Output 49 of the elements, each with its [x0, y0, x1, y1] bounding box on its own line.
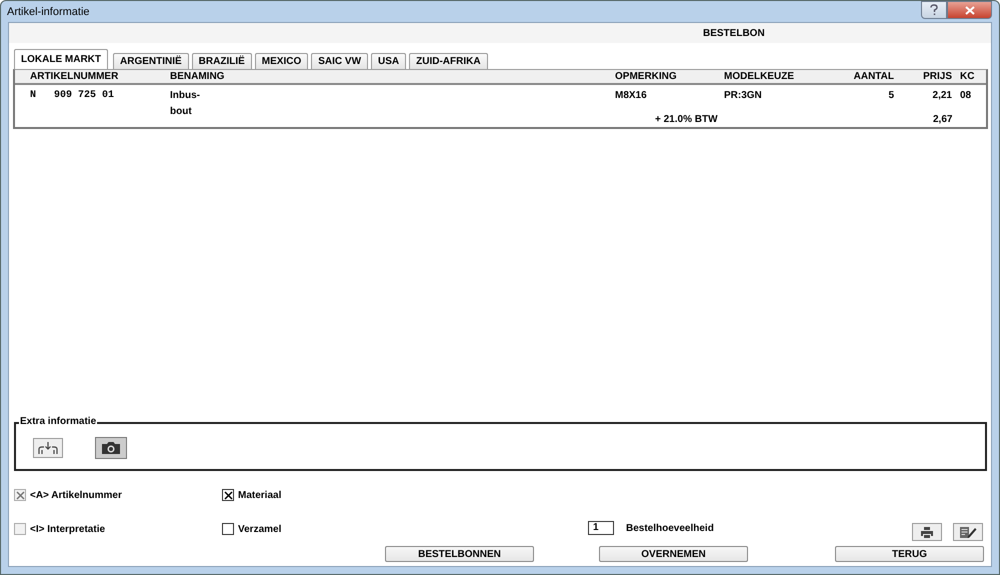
- column-header: ARTIKELNUMMER: [29, 71, 120, 82]
- tax-amount: 2,67: [933, 114, 952, 126]
- hand-arrow-icon: [37, 441, 59, 455]
- close-button[interactable]: [947, 1, 992, 19]
- tab[interactable]: ZUID-AFRIKA: [409, 53, 488, 69]
- table-cell-text: 08: [959, 89, 972, 103]
- column-header: MODELKEUZE: [724, 71, 795, 82]
- edit-button[interactable]: [953, 523, 983, 541]
- tab[interactable]: SAIC VW: [311, 53, 368, 69]
- quantity-label: Bestelhoeveelheid: [626, 522, 714, 534]
- checkbox[interactable]: [222, 489, 234, 501]
- column-header: OPMERKING: [615, 71, 678, 82]
- panel-title: Extra informatie: [19, 416, 98, 427]
- help-icon: [929, 4, 939, 16]
- window-title: Artikel-informatie: [7, 6, 90, 18]
- tab[interactable]: LOKALE MARKT: [14, 49, 108, 69]
- diagram-button[interactable]: [33, 438, 63, 458]
- checkbox-label: <A> Artikelnummer: [30, 490, 122, 500]
- camera-button[interactable]: [95, 437, 127, 459]
- action-button[interactable]: OVERNEMEN: [599, 546, 748, 562]
- table-cell-text: M8X16: [615, 89, 648, 103]
- note-pencil-icon: [959, 526, 977, 538]
- table-cell-text: N 909 725 01: [29, 89, 116, 103]
- column-header: KC: [959, 71, 976, 82]
- checkbox-label: <I> Interpretatie: [30, 524, 106, 534]
- table-cell-text: 2,21: [932, 89, 952, 103]
- tax-label: + 21.0% BTW: [655, 114, 719, 126]
- table-cell-text: PR:3GN: [724, 89, 763, 103]
- table-cell-text: Inbus- bout: [170, 89, 201, 119]
- action-button[interactable]: TERUG: [835, 546, 984, 562]
- checkbox[interactable]: [222, 523, 234, 535]
- camera-icon: [100, 441, 122, 455]
- tab[interactable]: USA: [371, 53, 406, 69]
- column-header: PRIJS: [922, 71, 952, 82]
- print-button[interactable]: [912, 523, 942, 541]
- checkbox-label: Verzamel: [238, 524, 282, 534]
- tab[interactable]: MEXICO: [254, 53, 308, 69]
- table-cell-text: 5: [887, 89, 894, 103]
- help-button[interactable]: [921, 1, 947, 19]
- action-button[interactable]: BESTELBONNEN: [385, 546, 534, 562]
- tab[interactable]: BRAZILIË: [192, 53, 252, 69]
- column-header: AANTAL: [852, 71, 894, 82]
- close-icon: [964, 6, 974, 14]
- section-heading: BESTELBON: [703, 28, 765, 38]
- printer-icon: [921, 526, 933, 538]
- quantity-field[interactable]: 1: [588, 521, 614, 535]
- checkbox-label: Materiaal: [238, 490, 282, 500]
- column-header: BENAMING: [170, 70, 226, 84]
- tab[interactable]: ARGENTINIË: [113, 53, 189, 69]
